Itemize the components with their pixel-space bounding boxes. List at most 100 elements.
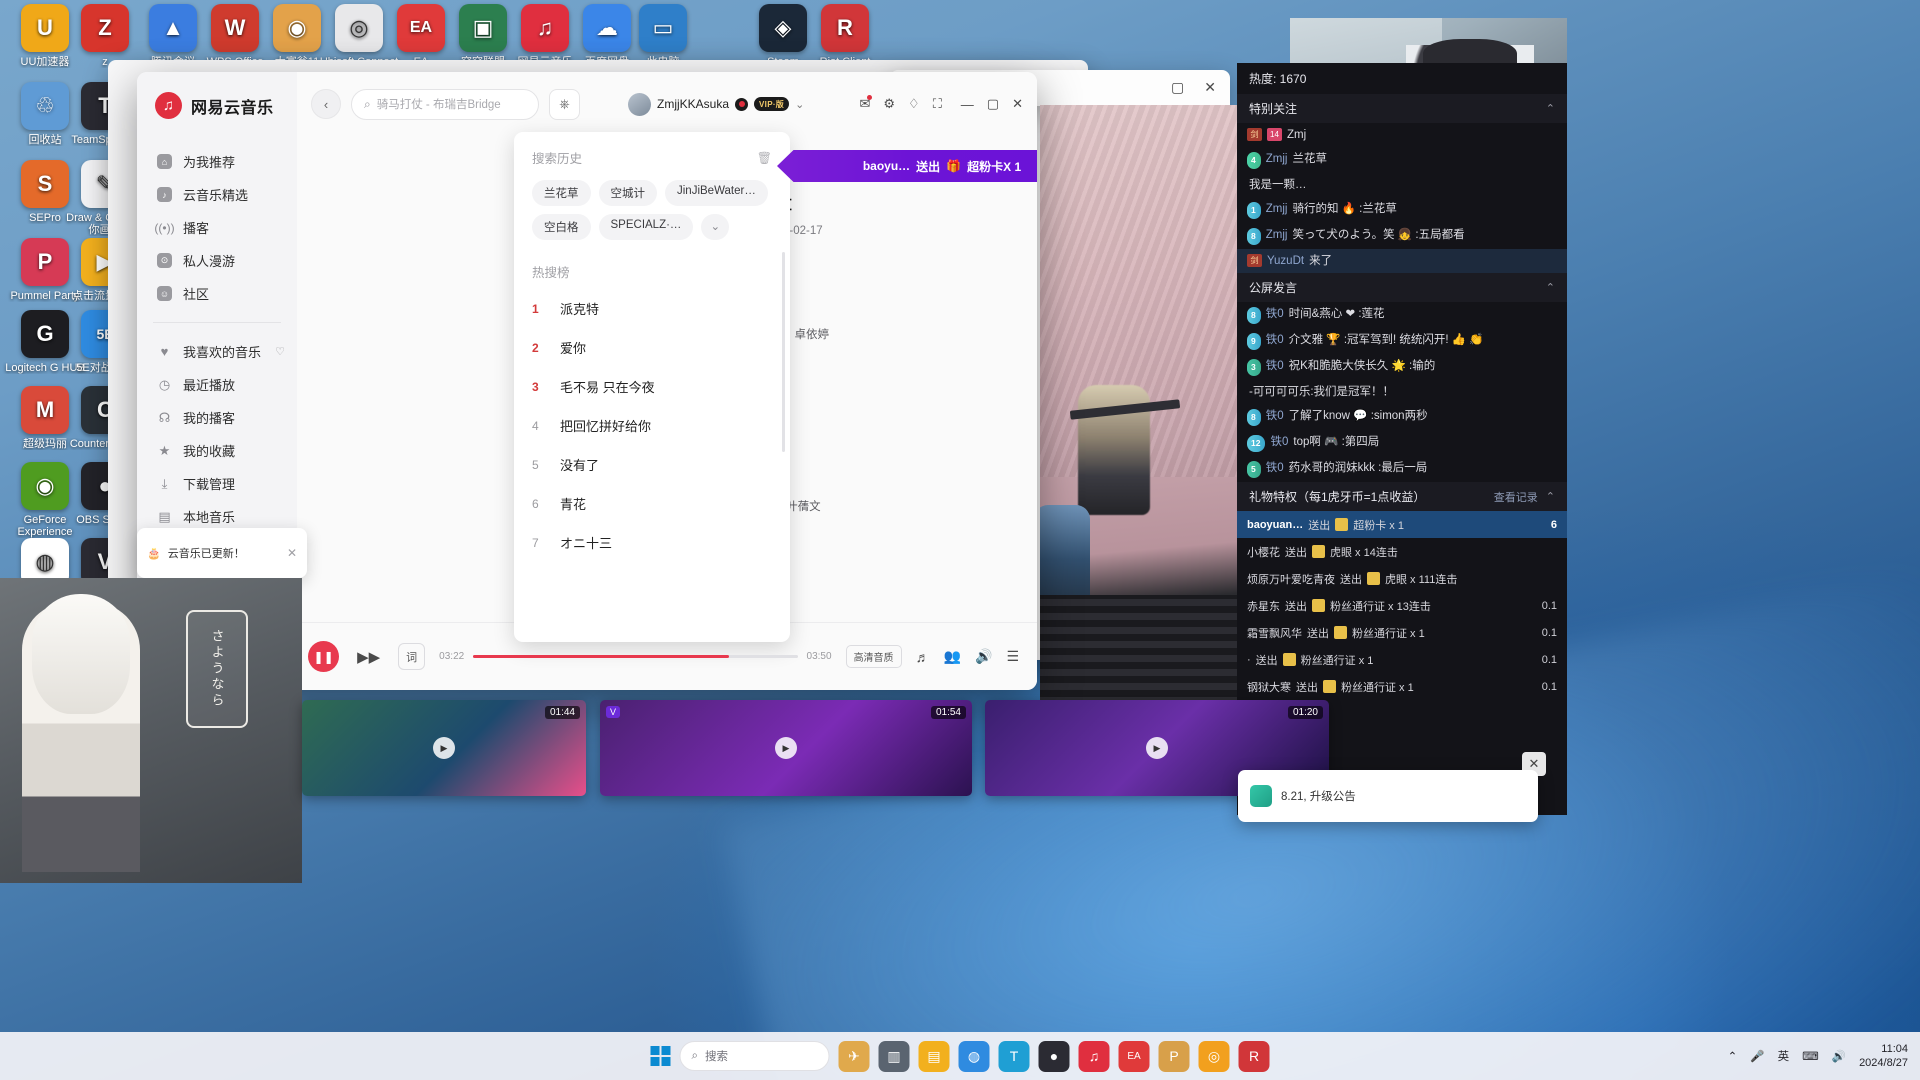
obs-icon[interactable]: ● xyxy=(1038,1040,1070,1072)
gift-row[interactable]: baoyuan… 送出 超粉卡 x 1 6 xyxy=(1237,511,1567,538)
gift-row[interactable]: 赤星东 送出 粉丝通行证 x 13连击 0.1 xyxy=(1237,592,1567,619)
ea-icon[interactable]: EA xyxy=(1118,1040,1150,1072)
chat-message[interactable]: 剑 14 Zmj xyxy=(1237,123,1567,147)
progress-slider[interactable] xyxy=(473,655,798,658)
back-button[interactable]: ‹ xyxy=(311,89,341,119)
player-right-controls[interactable]: 高清音质 ♬ 👥 🔊 ☰ xyxy=(845,645,1019,668)
gift-row[interactable]: 钢狱大寒 送出 粉丝通行证 x 1 0.1 xyxy=(1237,673,1567,700)
hot-search-item-3[interactable]: 3 毛不易 只在今夜 xyxy=(532,367,772,406)
netease-music-icon[interactable]: ♫ xyxy=(1078,1040,1110,1072)
history-chip-4[interactable]: SPECIALZ·… xyxy=(598,214,694,240)
hot-search-item-2[interactable]: 2 爱你 xyxy=(532,328,772,367)
cast-icon[interactable]: ⛶ xyxy=(933,96,942,112)
sidebar-item-community[interactable]: ☺ 社区 xyxy=(137,277,297,310)
sidebar-item-downloads[interactable]: ⤓ 下载管理 xyxy=(137,467,297,500)
chevron-down-icon[interactable]: ⌄ xyxy=(795,98,804,111)
hot-search-item-4[interactable]: 4 把回忆拼好给你 xyxy=(532,406,772,445)
sidebar-item-selected[interactable]: ♪ 云音乐精选 xyxy=(137,178,297,211)
notification-close-button[interactable]: ✕ xyxy=(1522,752,1546,776)
window-actions[interactable]: ✉ ⚙ ♢ ⛶ — ▢ ✕ xyxy=(859,95,1023,112)
chat-message[interactable]: 1 Zmjj 骑行的知 🔥 :兰花草 xyxy=(1237,197,1567,223)
chat-message[interactable]: 12 铁0 top啊 🎮 :第四局 xyxy=(1237,430,1567,456)
play-icon[interactable]: ▶ xyxy=(1146,737,1168,759)
taskbar[interactable]: ⌕ 搜索 ✈ ▥ ▤ ◍ T ● ♫ EA P ◎ R ⌃ 🎤 英 ⌨ 🔊 11… xyxy=(0,1032,1920,1080)
chat-message[interactable]: 8 铁0 了解了know 💬 :simon两秒 xyxy=(1237,404,1567,430)
video-thumbnail-0[interactable]: 01:44 ▶ xyxy=(302,700,586,796)
maximize-icon[interactable]: ▢ xyxy=(1171,79,1184,96)
update-toast[interactable]: 🎂 云音乐已更新！ ✕ xyxy=(137,528,307,578)
hot-search-item-5[interactable]: 5 没有了 xyxy=(532,445,772,484)
gift-row[interactable]: 小樱花 送出 虎眼 x 14连击 xyxy=(1237,538,1567,565)
chevron-up-icon[interactable]: ⌃ xyxy=(1546,281,1555,294)
chevron-up-icon[interactable]: ⌃ xyxy=(1546,102,1555,115)
clock[interactable]: 11:04 2024/8/27 xyxy=(1859,1042,1908,1070)
background-window-controls[interactable]: ▢ ✕ xyxy=(1171,79,1216,96)
panel-scrollbar[interactable] xyxy=(782,252,785,452)
sidebar-item-recommend[interactable]: ⌂ 为我推荐 xyxy=(137,145,297,178)
user-account[interactable]: ZmjjKKAsuka VIP·版 ⌄ xyxy=(628,92,804,116)
pause-icon[interactable]: ❚❚ xyxy=(308,641,340,672)
queue-icon[interactable]: ☰ xyxy=(1006,648,1019,665)
history-chip-2[interactable]: JinJiBeWater… xyxy=(665,180,768,206)
chat-message[interactable]: 8 铁0 时间&燕心 ❤ :莲花 xyxy=(1237,302,1567,328)
next-icon[interactable]: ▶▶ xyxy=(357,648,380,666)
volume-icon[interactable]: 🔊 xyxy=(1832,1049,1846,1063)
start-button[interactable] xyxy=(650,1046,671,1066)
play-icon[interactable]: ▶ xyxy=(775,737,797,759)
history-chip-3[interactable]: 空白格 xyxy=(532,214,591,240)
copilot-icon[interactable]: ✈ xyxy=(838,1040,870,1072)
video-thumbnail-1[interactable]: V 01:54 ▶ xyxy=(600,700,972,796)
progress-area[interactable]: 03:22 03:50 xyxy=(439,651,831,662)
taskbar-search[interactable]: ⌕ 搜索 xyxy=(679,1041,830,1071)
chevron-up-icon[interactable]: ⌃ xyxy=(1728,1049,1738,1063)
chevron-up-icon[interactable]: ⌃ xyxy=(1546,490,1555,503)
sidebar-item-my-podcast[interactable]: ☊ 我的播客 xyxy=(137,401,297,434)
chat-message[interactable]: 我是一颗… xyxy=(1237,173,1567,197)
gear-icon[interactable]: ⚙ xyxy=(883,96,895,112)
close-button[interactable]: ✕ xyxy=(1012,96,1023,112)
chat-message-highlighted[interactable]: 剑 YuzuDt 来了 xyxy=(1237,249,1567,273)
chat-message[interactable]: 4 Zmjj 兰花草 xyxy=(1237,147,1567,173)
gift-section-header[interactable]: 礼物特权（每1虎牙币=1点收益） 查看记录 ⌃ xyxy=(1237,482,1567,511)
chat-message[interactable]: 3 铁0 祝K和脆脆大侠长久 🌟 :输的 xyxy=(1237,354,1567,380)
chat-message[interactable]: 9 铁0 介文雅 🏆 :冠军驾到! 统统闪开! 👍 👏 xyxy=(1237,328,1567,354)
special-follow-header[interactable]: 特别关注 ⌃ xyxy=(1237,94,1567,123)
file-explorer-icon[interactable]: ▤ xyxy=(918,1040,950,1072)
huya-icon[interactable]: ◎ xyxy=(1198,1040,1230,1072)
people-icon[interactable]: 👥 xyxy=(944,648,961,665)
chat-message[interactable]: 5 铁0 药水哥的润妹kkk :最后一局 xyxy=(1237,456,1567,482)
history-chip-0[interactable]: 兰花草 xyxy=(532,180,591,206)
search-history-panel[interactable]: 搜索历史 🗑 兰花草 空城计 JinJiBeWater… 空白格 SPECIAL… xyxy=(514,132,790,642)
upgrade-notification[interactable]: 8.21, 升级公告 xyxy=(1238,770,1538,822)
language-indicator[interactable]: 英 xyxy=(1778,1048,1790,1064)
hot-search-item-1[interactable]: 1 派克特 xyxy=(532,289,772,328)
search-history-chips[interactable]: 兰花草 空城计 JinJiBeWater… 空白格 SPECIALZ·… ⌄ xyxy=(532,180,772,240)
chat-message[interactable]: 8 Zmjj 笑って犬のよう。笑 👧 :五局都看 xyxy=(1237,223,1567,249)
pummel-icon[interactable]: P xyxy=(1158,1040,1190,1072)
skin-icon[interactable]: ♢ xyxy=(908,96,920,112)
search-input[interactable]: ⌕ 骑马打仗 - 布瑞吉Bridge xyxy=(351,88,539,120)
volume-icon[interactable]: 🔊 xyxy=(975,648,992,665)
microphone-icon[interactable]: 🎤 xyxy=(1750,1049,1764,1063)
chevron-down-icon[interactable]: ⌄ xyxy=(701,214,730,240)
voice-search-button[interactable]: ⎈ xyxy=(549,88,580,120)
minimize-button[interactable]: — xyxy=(961,97,974,112)
sidebar-item-recent[interactable]: ◷ 最近播放 xyxy=(137,368,297,401)
chat-message[interactable]: -可可可可乐:我们是冠军！！ xyxy=(1237,380,1567,404)
sidebar-item-podcast[interactable]: ((•)) 播客 xyxy=(137,211,297,244)
trash-icon[interactable]: 🗑 xyxy=(757,151,772,165)
teamspeak-icon[interactable]: T xyxy=(998,1040,1030,1072)
history-chip-1[interactable]: 空城计 xyxy=(598,180,657,206)
mv-icon[interactable]: ♬ xyxy=(916,649,930,665)
sidebar-item-collection[interactable]: ★ 我的收藏 xyxy=(137,434,297,467)
widgets-icon[interactable]: ▥ xyxy=(878,1040,910,1072)
gift-row[interactable]: 霜雪飘风华 送出 粉丝通行证 x 1 0.1 xyxy=(1237,619,1567,646)
mail-button[interactable]: ✉ xyxy=(859,95,873,112)
gift-row[interactable]: 烦原万叶爱吃青夜 送出 虎眼 x 111连击 xyxy=(1237,565,1567,592)
view-records-link[interactable]: 查看记录 xyxy=(1494,489,1538,505)
desktop-icon-10[interactable]: ▭此电脑 xyxy=(620,4,706,68)
taskbar-center[interactable]: ⌕ 搜索 ✈ ▥ ▤ ◍ T ● ♫ EA P ◎ R xyxy=(650,1040,1270,1072)
edge-icon[interactable]: ◍ xyxy=(958,1040,990,1072)
ime-icon[interactable]: ⌨ xyxy=(1802,1049,1819,1063)
lyrics-button[interactable]: 词 xyxy=(398,643,426,670)
